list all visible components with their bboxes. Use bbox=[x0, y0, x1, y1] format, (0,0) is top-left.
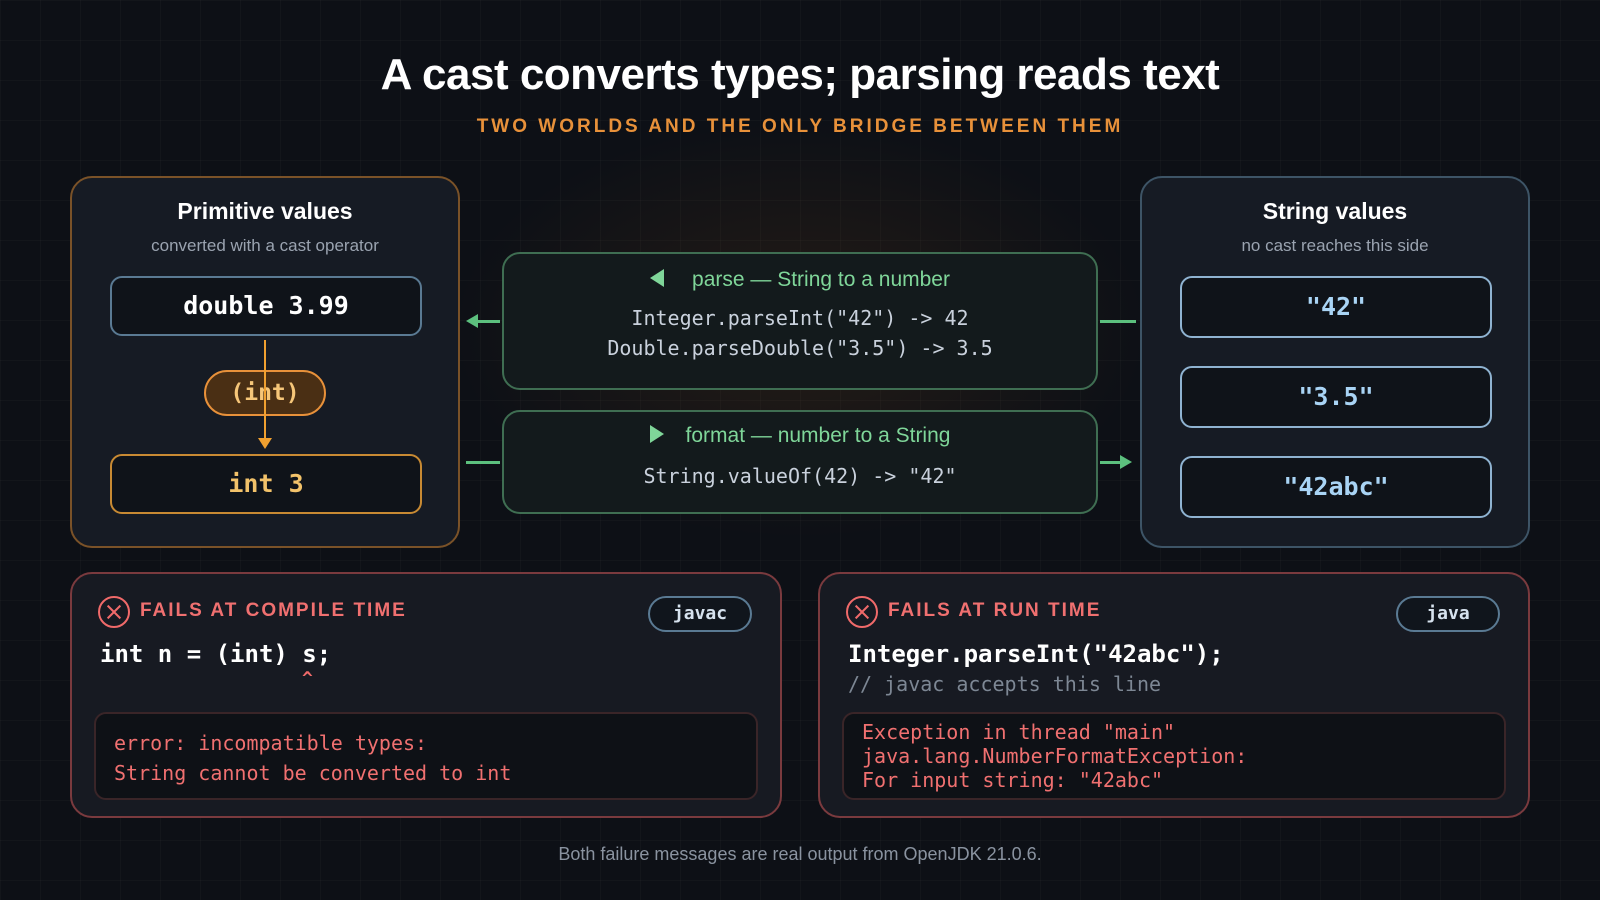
error-output-line: Exception in thread "main" bbox=[862, 720, 1176, 744]
format-bridge-box: format — number to a String String.value… bbox=[502, 410, 1098, 514]
string-panel-title: String values bbox=[1262, 198, 1408, 224]
compile-failure-code: int n = (int) s; bbox=[100, 640, 332, 668]
page-title: A cast converts types; parsing reads tex… bbox=[380, 50, 1220, 99]
error-output-line: For input string: "42abc" bbox=[862, 768, 1164, 792]
parse-code-line: Integer.parseInt("42") -> 42 bbox=[631, 306, 969, 330]
cast-arrow-line bbox=[264, 340, 266, 440]
runtime-error-output: Exception in thread "main" java.lang.Num… bbox=[842, 712, 1506, 800]
primitive-panel-subtitle: converted with a cast operator bbox=[151, 236, 379, 255]
triangle-left-icon bbox=[650, 269, 665, 288]
string-value-box: "3.5" bbox=[1180, 366, 1492, 428]
runtime-failure-code: Integer.parseInt("42abc"); bbox=[848, 640, 1224, 668]
error-circle-icon bbox=[98, 596, 130, 628]
compile-error-output: error: incompatible types: String cannot… bbox=[94, 712, 758, 800]
compile-time-failure-panel: FAILS AT COMPILE TIME javac int n = (int… bbox=[70, 572, 782, 818]
arrow-right-icon bbox=[1120, 455, 1132, 469]
triangle-right-icon bbox=[649, 425, 664, 444]
java-tool-badge: java bbox=[1396, 596, 1500, 632]
double-value-box: double 3.99 bbox=[110, 276, 422, 336]
error-caret: ^ bbox=[302, 668, 313, 689]
parse-heading-text: parse — String to a number bbox=[692, 268, 950, 291]
format-link-line-right bbox=[1100, 461, 1122, 464]
footer-note: Both failure messages are real output fr… bbox=[558, 844, 1042, 864]
runtime-failure-panel: FAILS AT RUN TIME java Integer.parseInt(… bbox=[818, 572, 1530, 818]
error-circle-icon bbox=[846, 596, 878, 628]
string-panel-subtitle: no cast reaches this side bbox=[1241, 236, 1429, 255]
runtime-failure-comment: // javac accepts this line bbox=[848, 672, 1162, 696]
parse-bridge-box: parse — String to a number Integer.parse… bbox=[502, 252, 1098, 390]
string-value-box: "42" bbox=[1180, 276, 1492, 338]
format-heading-text: format — number to a String bbox=[685, 424, 951, 447]
error-output-line: java.lang.NumberFormatException: bbox=[862, 744, 1248, 768]
compile-failure-heading: FAILS AT COMPILE TIME bbox=[140, 600, 407, 621]
javac-tool-badge: javac bbox=[648, 596, 752, 632]
format-heading: format — number to a String bbox=[504, 424, 1096, 448]
runtime-failure-heading: FAILS AT RUN TIME bbox=[888, 600, 1102, 621]
format-link-line-left bbox=[466, 461, 500, 464]
string-value-box: "42abc" bbox=[1180, 456, 1492, 518]
parse-code-line: Double.parseDouble("3.5") -> 3.5 bbox=[607, 336, 993, 360]
parse-heading: parse — String to a number bbox=[504, 268, 1096, 292]
format-code-line: String.valueOf(42) -> "42" bbox=[643, 464, 957, 488]
parse-link-line-right bbox=[1100, 320, 1136, 323]
int-value-box: int 3 bbox=[110, 454, 422, 514]
primitive-values-panel: Primitive values converted with a cast o… bbox=[70, 176, 460, 548]
primitive-panel-title: Primitive values bbox=[177, 198, 353, 224]
string-values-panel: String values no cast reaches this side … bbox=[1140, 176, 1530, 548]
error-output-line: String cannot be converted to int bbox=[114, 761, 512, 785]
error-output-line: error: incompatible types: bbox=[114, 731, 428, 755]
parse-link-line-left bbox=[476, 320, 500, 323]
page-subtitle: TWO WORLDS AND THE ONLY BRIDGE BETWEEN T… bbox=[476, 116, 1124, 137]
cast-arrowhead-icon bbox=[258, 438, 272, 449]
